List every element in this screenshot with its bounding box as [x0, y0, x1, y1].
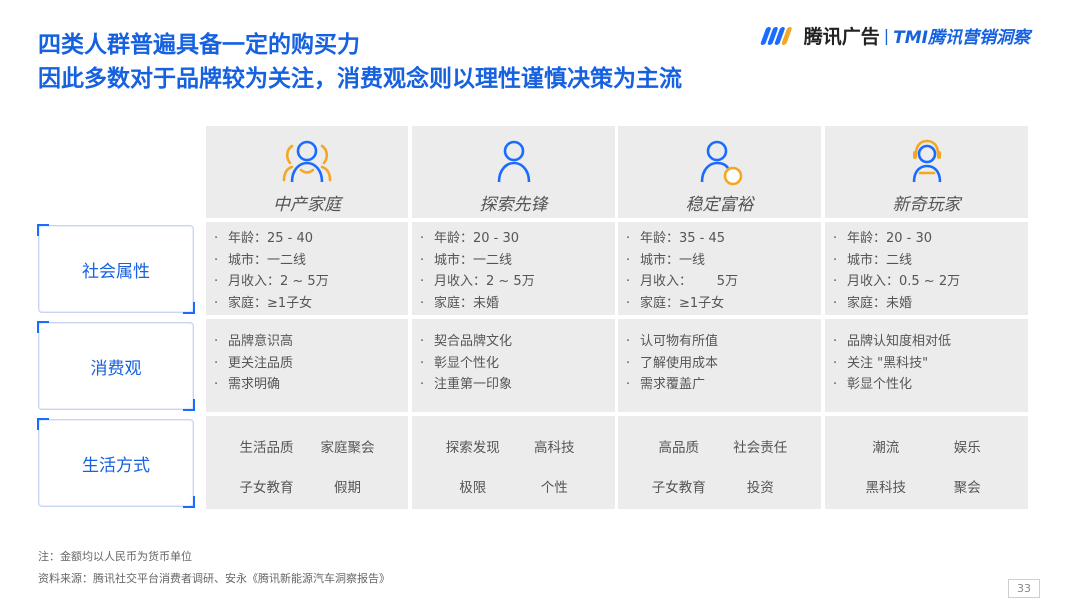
- logo-sub-text: TMI腾讯营销洞察: [893, 28, 1030, 48]
- persona-name: 稳定富裕: [685, 195, 754, 215]
- wealthy-user-icon: [700, 140, 742, 186]
- list-item: 年龄：25 - 40: [228, 228, 408, 250]
- lifestyle-cell-4: 潮流 娱乐 黑科技 聚会: [825, 416, 1028, 509]
- persona-name: 新奇玩家: [892, 195, 961, 215]
- list-item: 注重第一印象: [434, 374, 615, 396]
- list-item: 品牌意识高: [228, 331, 408, 353]
- lifestyle-tag: 家庭聚会: [320, 440, 375, 456]
- consumption-cell-2: 契合品牌文化 彰显个性化 注重第一印象: [412, 319, 615, 412]
- row-label-lifestyle: 生活方式: [37, 418, 195, 508]
- persona-name: 探索先锋: [479, 195, 548, 215]
- lifestyle-tag: 高品质: [658, 440, 700, 456]
- list-item: 城市：二线: [847, 250, 1028, 272]
- lifestyle-tag: 娱乐: [953, 440, 981, 456]
- page-title: 四类人群普遍具备一定的购买力 因此多数对于品牌较为关注，消费观念则以理性谨慎决策…: [38, 28, 682, 96]
- persona-header-3: 稳定富裕: [618, 126, 821, 218]
- lifestyle-tag: 社会责任: [733, 440, 788, 456]
- list-item: 认可物有所值: [640, 331, 821, 353]
- lifestyle-tag: 个性: [540, 479, 568, 496]
- row-label-consumption: 消费观: [37, 321, 195, 411]
- consumption-cell-1: 品牌意识高 更关注品质 需求明确: [206, 319, 408, 412]
- lifestyle-cell-1: 生活品质 家庭聚会 子女教育 假期: [206, 416, 408, 509]
- list-item: 彰显个性化: [434, 353, 615, 375]
- list-item: 彰显个性化: [847, 374, 1028, 396]
- consumption-cell-4: 品牌认知度相对低 关注 "黑科技" 彰显个性化: [825, 319, 1028, 412]
- title-line-2: 因此多数对于品牌较为关注，消费观念则以理性谨慎决策为主流: [38, 66, 682, 92]
- list-item: 城市：一二线: [434, 250, 615, 272]
- lifestyle-tag: 高科技: [534, 440, 575, 456]
- persona-name: 中产家庭: [273, 195, 341, 215]
- lifestyle-tag: 探索发现: [445, 440, 500, 456]
- list-item: 月收入：0.5 ~ 2万: [847, 271, 1028, 293]
- lifestyle-tag: 假期: [334, 479, 361, 496]
- persona-header-4: 新奇玩家: [825, 126, 1028, 218]
- footnote-source: 资料来源：腾讯社交平台消费者调研、安永《腾讯新能源汽车洞察报告》: [38, 572, 390, 585]
- list-item: 家庭：未婚: [434, 293, 615, 315]
- family-user-icon: [282, 140, 332, 183]
- lifestyle-cell-2: 探索发现 高科技 极限 个性: [412, 416, 615, 509]
- list-item: 城市：一线: [640, 250, 821, 272]
- list-item: 年龄：35 - 45: [640, 228, 821, 250]
- list-item: 家庭：≥1子女: [640, 293, 821, 315]
- lifestyle-tag: 潮流: [872, 440, 900, 456]
- lifestyle-tag: 极限: [459, 479, 487, 496]
- list-item: 需求明确: [228, 374, 408, 396]
- logo-separator: |: [883, 26, 890, 45]
- tencent-ads-logo-icon: [760, 26, 792, 45]
- logo-brand-text: 腾讯广告: [803, 26, 880, 48]
- list-item: 家庭：≥1子女: [228, 293, 408, 315]
- list-item: 了解使用成本: [640, 353, 821, 375]
- social-cell-3: 年龄：35 - 45 城市：一线 月收入： 5万 家庭：≥1子女: [618, 222, 821, 315]
- list-item: 月收入：2 ~ 5万: [434, 271, 615, 293]
- persona-header-1: 中产家庭: [206, 126, 408, 218]
- social-cell-1: 年龄：25 - 40 城市：一二线 月收入：2 ~ 5万 家庭：≥1子女: [206, 222, 408, 315]
- lifestyle-tag: 生活品质: [239, 440, 294, 456]
- consumption-cell-3: 认可物有所值 了解使用成本 需求覆盖广: [618, 319, 821, 412]
- headset-user-icon: [912, 139, 941, 183]
- list-item: 月收入： 5万: [640, 271, 821, 293]
- list-item: 家庭：未婚: [847, 293, 1028, 315]
- lifestyle-cell-3: 高品质 社会责任 子女教育 投资: [618, 416, 821, 509]
- user-icon: [497, 140, 530, 183]
- lifestyle-tag: 聚会: [953, 479, 981, 496]
- list-item: 城市：一二线: [228, 250, 408, 272]
- lifestyle-tag: 子女教育: [651, 479, 706, 496]
- list-item: 更关注品质: [228, 353, 408, 375]
- list-item: 月收入：2 ~ 5万: [228, 271, 408, 293]
- list-item: 年龄：20 - 30: [434, 228, 615, 250]
- list-item: 关注 "黑科技": [847, 353, 1028, 375]
- lifestyle-tag: 黑科技: [865, 479, 907, 496]
- footnote-note: 注：金额均以人民币为货币单位: [38, 550, 192, 563]
- social-cell-2: 年龄：20 - 30 城市：一二线 月收入：2 ~ 5万 家庭：未婚: [412, 222, 615, 315]
- page-number: 33: [1008, 579, 1040, 598]
- list-item: 契合品牌文化: [434, 331, 615, 353]
- brand-logo: 腾讯广告 | TMI腾讯营销洞察: [756, 22, 1030, 49]
- lifestyle-tag: 投资: [746, 479, 774, 496]
- list-item: 需求覆盖广: [640, 374, 821, 396]
- title-line-1: 四类人群普遍具备一定的购买力: [38, 32, 360, 58]
- social-cell-4: 年龄：20 - 30 城市：二线 月收入：0.5 ~ 2万 家庭：未婚: [825, 222, 1028, 315]
- persona-header-2: 探索先锋: [412, 126, 615, 218]
- row-label-social: 社会属性: [37, 224, 195, 314]
- list-item: 品牌认知度相对低: [847, 331, 1028, 353]
- lifestyle-tag: 子女教育: [239, 479, 294, 496]
- list-item: 年龄：20 - 30: [847, 228, 1028, 250]
